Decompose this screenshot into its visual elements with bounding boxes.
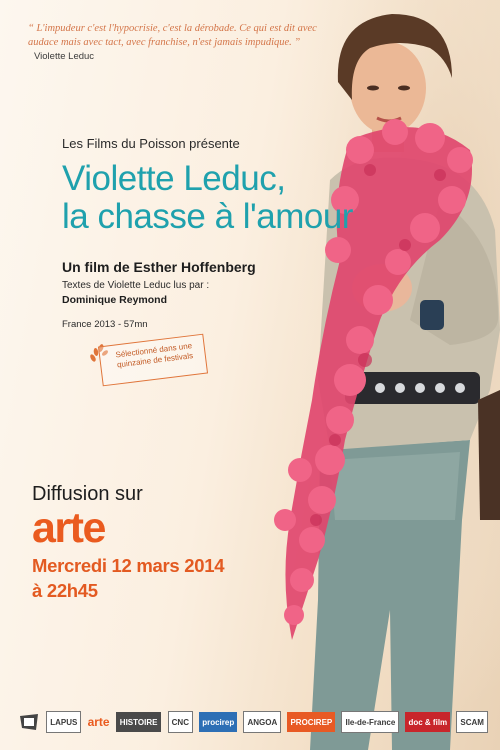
film-meta: France 2013 - 57mn (62, 319, 148, 330)
reader-name: Dominique Reymond (62, 294, 168, 306)
quote-text: “ L'impudeur c'est l'hypocrisie, c'est l… (28, 23, 317, 48)
partner-logo-7: PROCIREP (287, 712, 336, 732)
partner-logo-film-icon (18, 712, 40, 732)
partner-logo-10: SCAM (456, 711, 488, 733)
partner-logo-3: HISTOIRE (115, 712, 162, 732)
partner-logo-2: arte (87, 715, 110, 729)
broadcast-date: Mercredi 12 mars 2014 (32, 555, 225, 576)
partner-logos: LAPUS arte HISTOIRE CNC procirep ANGOA P… (18, 708, 488, 736)
film-title-line-1: Violette Leduc, (62, 159, 286, 198)
broadcast-label: Diffusion sur (32, 483, 143, 505)
broadcast-time: à 22h45 (32, 580, 98, 601)
arte-logo: arte (32, 504, 106, 552)
partner-logo-1: LAPUS (46, 711, 82, 733)
epigraph-quote: “ L'impudeur c'est l'hypocrisie, c'est l… (28, 22, 328, 64)
production-credit: Les Films du Poisson présente (62, 136, 240, 151)
film-title: Violette Leduc, la chasse à l'amour (62, 160, 402, 236)
partner-logo-4: CNC (167, 711, 193, 733)
quote-author: Violette Leduc (34, 51, 95, 62)
film-title-line-2: la chasse à l'amour (62, 197, 353, 236)
partner-logo-5: procirep (199, 712, 238, 732)
festival-badge-text: Sélectionné dans une quinzaine de festiv… (115, 341, 194, 370)
director-credit: Un film de Esther Hoffenberg (62, 259, 256, 275)
partner-logo-8: Ile-de-France (341, 711, 400, 733)
portrait-photo (230, 0, 500, 750)
partner-logo-6: ANGOA (243, 711, 282, 733)
texts-credit-label: Textes de Violette Leduc lus par : (62, 280, 210, 291)
partner-logo-9: doc & film (405, 712, 451, 732)
